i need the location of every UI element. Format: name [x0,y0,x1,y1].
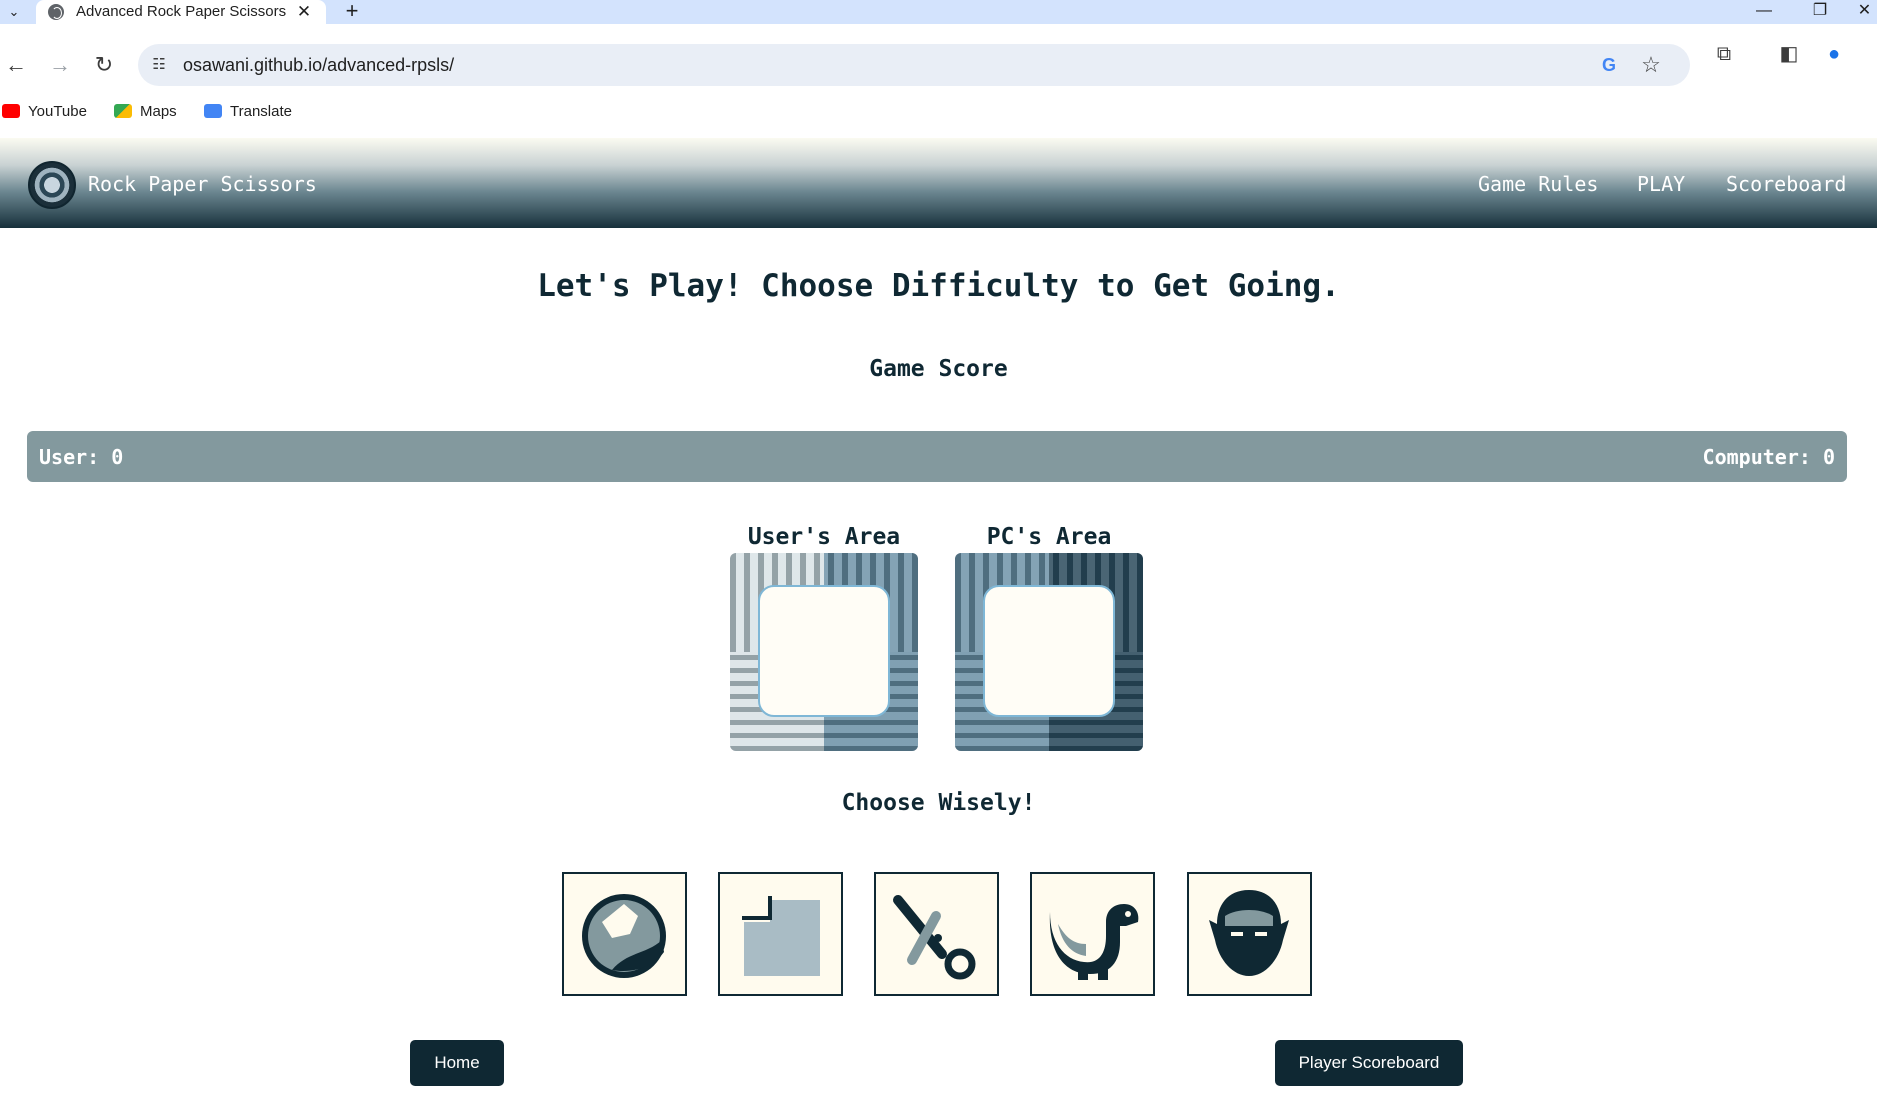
minimize-icon[interactable]: — [1744,0,1784,24]
nav-play[interactable]: PLAY [1637,171,1685,197]
scissors-icon [893,895,976,980]
bookmark-label: Translate [230,102,292,120]
globe-icon [48,4,64,20]
home-button[interactable]: Home [410,1040,504,1086]
bookmark-youtube[interactable]: YouTube [2,100,87,122]
nav-game-rules[interactable]: Game Rules [1478,171,1598,197]
score-heading: Game Score [869,356,1008,382]
user-score: User: 0 [39,445,124,469]
translate-icon [204,104,222,118]
site-navbar: Rock Paper Scissors Game Rules PLAY Scor… [0,138,1877,228]
window-close-icon[interactable]: ✕ [1852,0,1877,24]
player-scoreboard-button[interactable]: Player Scoreboard [1275,1040,1463,1086]
profile-avatar-icon[interactable]: ● [1820,40,1848,68]
forward-arrow-icon[interactable]: → [46,52,74,80]
nav-scoreboard[interactable]: Scoreboard [1726,171,1846,197]
close-icon[interactable]: ✕ [294,2,314,22]
user-area [730,553,918,751]
bookmark-maps[interactable]: Maps [114,100,177,122]
pc-area [955,553,1143,751]
extensions-puzzle-icon[interactable]: ⧉ [1710,40,1738,68]
computer-score: Computer: 0 [1702,445,1835,469]
rock-choice-button[interactable] [562,872,687,996]
rock-icon [582,894,666,978]
spock-icon [1209,890,1289,976]
user-choice-display [758,585,890,717]
lizard-icon [1049,904,1139,980]
user-area-label: User's Area [747,524,901,550]
pc-area-label: PC's Area [986,524,1112,550]
paper-icon [742,896,820,976]
score-bar: User: 0 Computer: 0 [27,431,1847,482]
spock-choice-button[interactable] [1187,872,1312,996]
restore-icon[interactable]: ❐ [1800,0,1840,24]
bookmarks-bar: YouTube Maps Translate [0,96,1877,126]
bookmark-star-icon[interactable]: ☆ [1638,52,1664,78]
reload-icon[interactable]: ↻ [90,52,118,80]
tab-search-chevron-icon[interactable]: ⌄ [4,2,24,22]
bookmark-label: Maps [140,102,177,120]
bookmark-translate[interactable]: Translate [204,100,292,122]
back-arrow-icon[interactable]: ← [2,52,30,80]
paper-choice-button[interactable] [718,872,843,996]
browser-tab[interactable]: Advanced Rock Paper Scissors ✕ [36,0,326,24]
bookmark-label: YouTube [28,102,87,120]
site-settings-icon[interactable]: ☷ [148,54,170,76]
url-text: osawani.github.io/advanced-rpsls/ [183,55,455,75]
youtube-icon [2,104,20,118]
pc-choice-display [983,585,1115,717]
browser-tab-strip: ⌄ Advanced Rock Paper Scissors ✕ + — ❐ ✕ [0,0,1877,24]
brand-title[interactable]: Rock Paper Scissors [88,171,317,197]
new-tab-plus-icon[interactable]: + [340,0,364,24]
page-title: Let's Play! Choose Difficulty to Get Goi… [537,268,1340,304]
logo-icon[interactable] [28,161,76,209]
tab-title: Advanced Rock Paper Scissors [76,3,287,20]
lizard-choice-button[interactable] [1030,872,1155,996]
google-lens-icon[interactable]: G [1598,54,1620,76]
scissors-choice-button[interactable] [874,872,999,996]
side-panel-icon[interactable]: ◧ [1775,40,1803,68]
choose-heading: Choose Wisely! [841,790,1036,816]
address-bar[interactable]: ☷ osawani.github.io/advanced-rpsls/ G ☆ [138,44,1690,86]
maps-icon [114,104,132,118]
browser-toolbar: ← → ↻ ☷ osawani.github.io/advanced-rpsls… [0,24,1877,106]
